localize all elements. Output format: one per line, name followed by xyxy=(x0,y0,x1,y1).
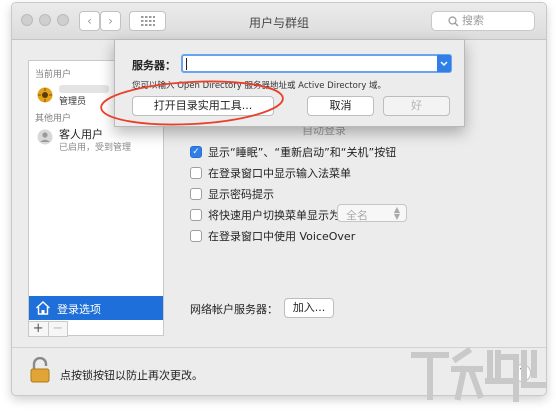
password-hint-checkbox[interactable] xyxy=(190,188,202,200)
fast-switch-popup[interactable]: 全名 ▲ ▼ xyxy=(337,204,407,222)
join-button[interactable]: 加入... xyxy=(284,298,334,318)
dropdown-chevron-icon xyxy=(440,61,448,67)
network-account-label: 网络帐户服务器： xyxy=(190,303,278,316)
fast-switch-option[interactable]: 将快速用户切换菜单显示为 xyxy=(190,207,340,223)
search-placeholder: 搜索 xyxy=(462,14,484,27)
guest-user-row[interactable]: 客人用户 已启用，受到管理 xyxy=(29,123,163,153)
guest-user-icon xyxy=(37,129,53,145)
dropdown-button[interactable] xyxy=(437,55,451,72)
house-icon xyxy=(36,301,50,315)
guest-user-status: 已启用，受到管理 xyxy=(59,143,132,153)
server-combobox[interactable] xyxy=(181,54,452,73)
search-icon xyxy=(448,16,459,27)
text-cursor xyxy=(186,58,187,70)
show-sleep-checkbox[interactable]: ✓ xyxy=(190,146,202,158)
ok-button[interactable]: 好 xyxy=(383,96,450,116)
server-label: 服务器： xyxy=(132,59,176,72)
users-groups-window: ‹ › 用户与群组 搜索 当前用户 管理员 其他用户 客人用户 已启用，受到管理… xyxy=(11,2,547,396)
screen: ‹ › 用户与群组 搜索 当前用户 管理员 其他用户 客人用户 已启用，受到管理… xyxy=(0,0,556,412)
open-directory-utility-button[interactable]: 打开目录实用工具... xyxy=(132,96,274,116)
popup-chevron-icon: ▲ ▼ xyxy=(393,205,400,221)
password-hint-option[interactable]: 显示密码提示 xyxy=(190,186,274,202)
input-menu-option[interactable]: 在登录窗口中显示输入法菜单 xyxy=(190,165,351,181)
show-sleep-option[interactable]: ✓ 显示“睡眠”、“重新启动”和“关机”按钮 xyxy=(190,144,396,160)
current-user-name-blurred xyxy=(59,85,109,93)
add-remove-control: + − xyxy=(28,321,68,337)
fast-switch-checkbox[interactable] xyxy=(190,209,202,221)
remove-user-button[interactable]: − xyxy=(49,322,68,336)
current-users-header: 当前用户 xyxy=(35,70,72,80)
cancel-button[interactable]: 取消 xyxy=(307,96,374,116)
voiceover-option[interactable]: 在登录窗口中使用 VoiceOver xyxy=(190,228,355,244)
login-options-item[interactable]: 登录选项 xyxy=(29,296,163,320)
input-menu-label: 在登录窗口中显示输入法菜单 xyxy=(208,167,351,180)
password-hint-label: 显示密码提示 xyxy=(208,188,274,201)
login-options-label: 登录选项 xyxy=(57,303,101,316)
voiceover-checkbox[interactable] xyxy=(190,230,202,242)
show-sleep-label: 显示“睡眠”、“重新启动”和“关机”按钮 xyxy=(208,146,397,159)
lock-message: 点按锁按钮以防止再次更改。 xyxy=(60,369,203,382)
lock-icon[interactable] xyxy=(30,357,50,383)
add-user-button[interactable]: + xyxy=(29,322,49,336)
server-hint: 您可以输入 Open Directory 服务器地址或 Active Direc… xyxy=(132,81,387,91)
title-bar: ‹ › 用户与群组 搜索 xyxy=(12,3,546,40)
watermark-logo xyxy=(411,346,547,402)
user-avatar-icon xyxy=(37,87,53,103)
input-menu-checkbox[interactable] xyxy=(190,167,202,179)
current-user-role: 管理员 xyxy=(59,97,87,107)
fast-switch-label: 将快速用户切换菜单显示为 xyxy=(208,209,340,222)
server-sheet-dialog: 服务器： 您可以输入 Open Directory 服务器地址或 Active … xyxy=(114,39,465,127)
search-field[interactable]: 搜索 xyxy=(431,11,535,31)
fast-switch-value: 全名 xyxy=(346,209,368,222)
voiceover-label: 在登录窗口中使用 VoiceOver xyxy=(208,230,356,243)
